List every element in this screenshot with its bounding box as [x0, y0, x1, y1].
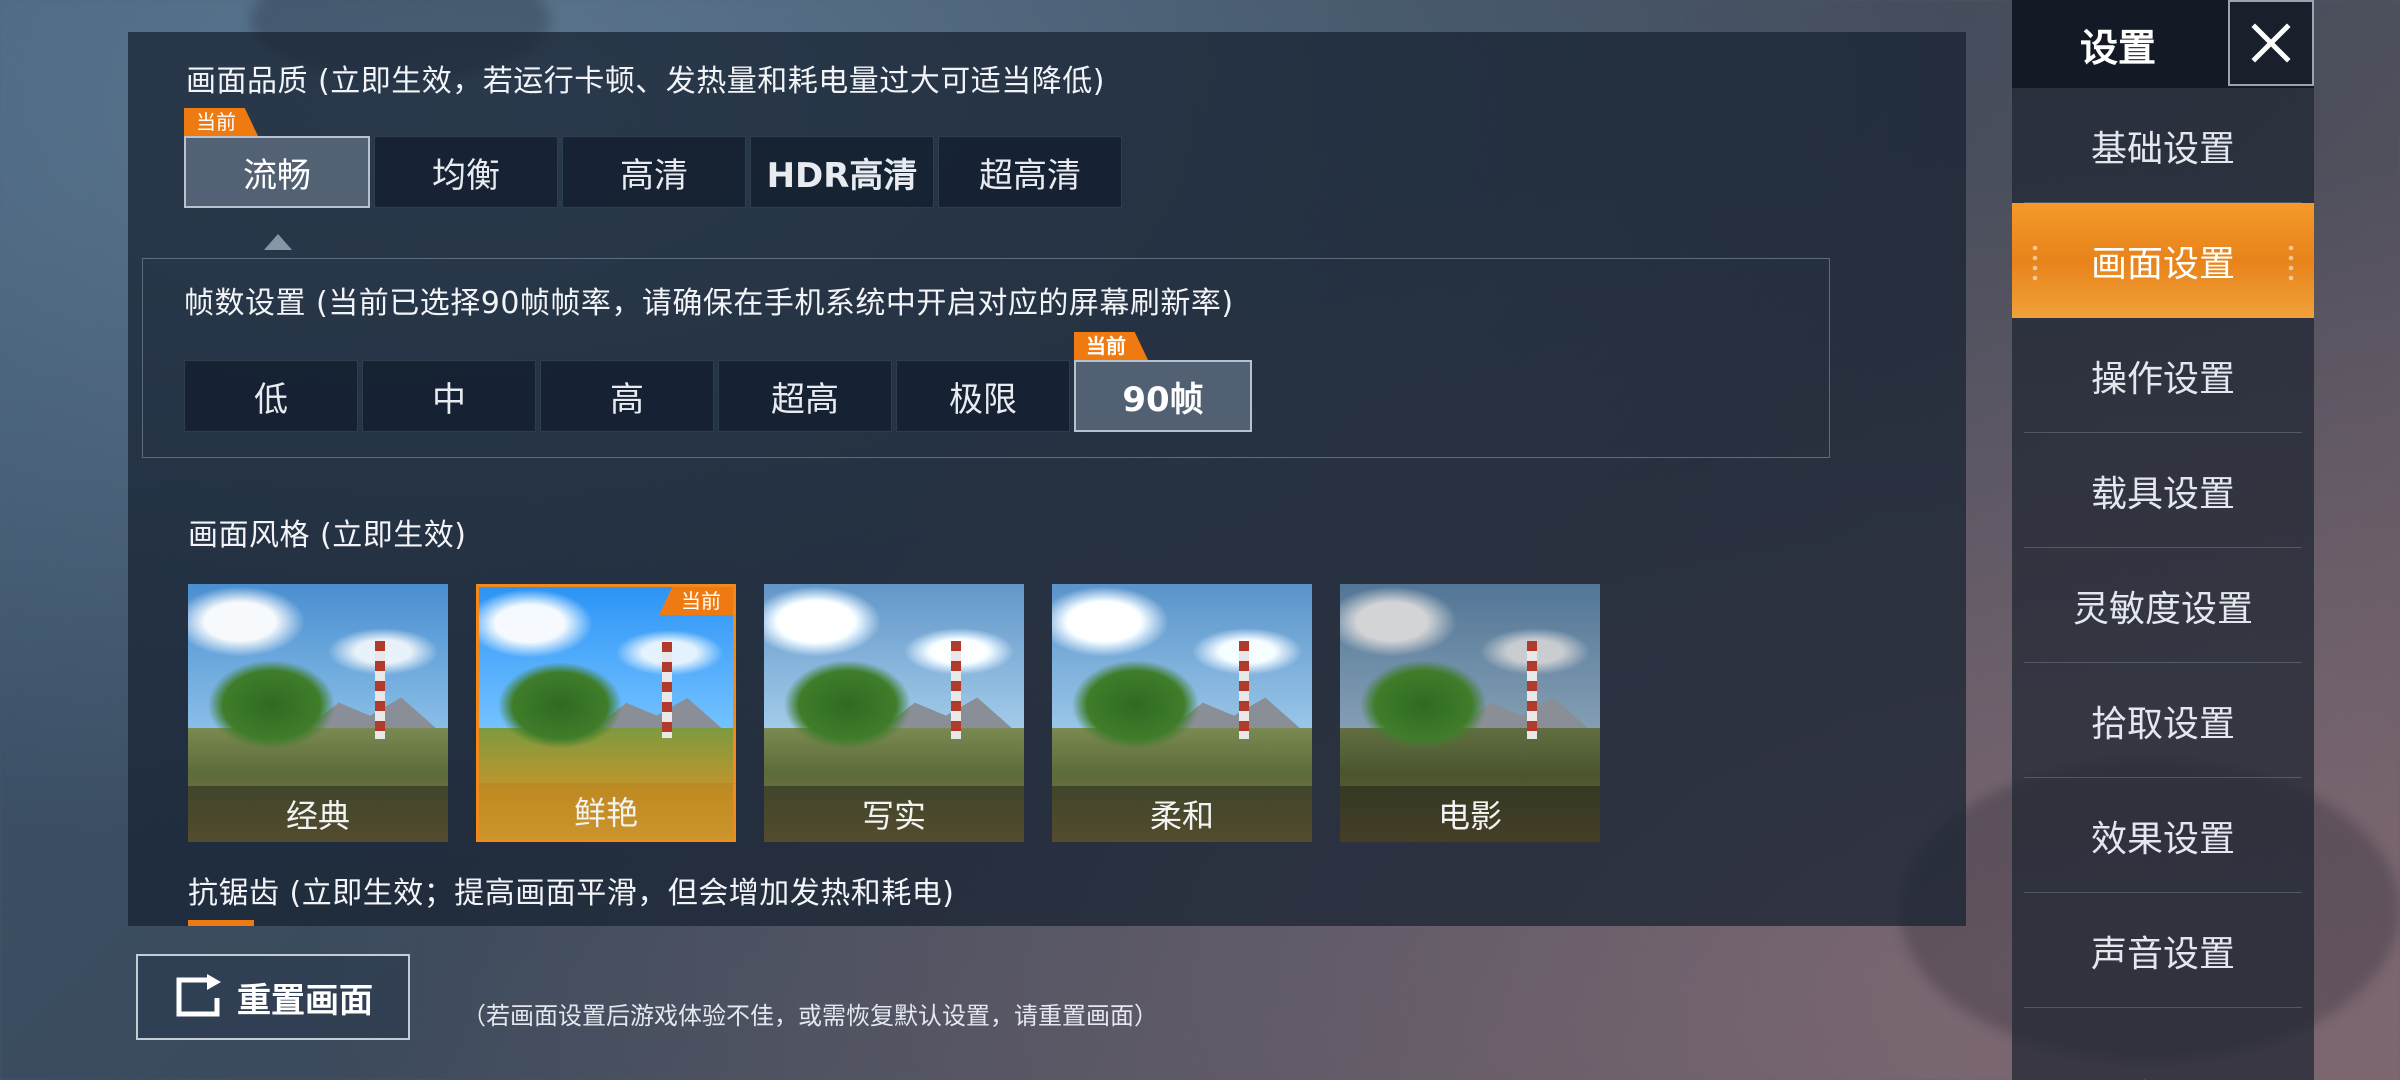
sidebar-item-audio[interactable]: 声音设置	[2012, 893, 2314, 1008]
quality-title: 画面品质 (立即生效，若运行卡顿、发热量和耗电量过大可适当降低)	[186, 64, 1105, 99]
current-tag: 当前	[184, 108, 258, 136]
reset-note: （若画面设置后游戏体验不佳，或需恢复默认设置，请重置画面）	[462, 1002, 1158, 1030]
quality-option-label: 流畅	[243, 155, 311, 196]
style-option-realistic[interactable]: 写实	[764, 584, 1024, 842]
sidebar-item-label: 基础设置	[2090, 128, 2235, 170]
close-button[interactable]	[2228, 0, 2314, 86]
fps-title: 帧数设置 (当前已选择90帧帧率，请确保在手机系统中开启对应的屏幕刷新率)	[184, 286, 1234, 321]
sidebar-item-label: 载具设置	[2090, 473, 2235, 515]
style-options: 经典 当前 鲜艳 写实 柔和 电影	[188, 584, 1628, 842]
style-option-vivid[interactable]: 当前 鲜艳	[476, 584, 736, 842]
grip-icon	[2286, 243, 2296, 283]
fps-option-extreme[interactable]: 极限	[896, 360, 1070, 432]
quality-option-label: 均衡	[432, 155, 500, 196]
close-icon	[2251, 23, 2291, 63]
style-option-cinematic[interactable]: 电影	[1340, 584, 1600, 842]
style-option-label: 写实	[764, 786, 1024, 842]
fps-option-label: 中	[432, 379, 466, 420]
fps-option-label: 90帧	[1122, 379, 1204, 420]
sidebar-title: 设置	[2079, 25, 2156, 70]
sidebar-item-graphics[interactable]: 画面设置	[2012, 203, 2314, 318]
quality-option-label: 超高清	[979, 155, 1081, 196]
style-option-label: 电影	[1340, 786, 1600, 842]
grip-icon	[2030, 243, 2040, 283]
quality-options: 当前 流畅 均衡 高清 HDR高清 超高清	[184, 108, 1126, 208]
quality-option-hd[interactable]: 高清	[562, 136, 746, 208]
sidebar-item-label: 灵敏度设置	[2072, 588, 2253, 630]
settings-menu: 基础设置 画面设置 操作设置 载具设置 灵敏度设置 拾取设置 效果设置 声音设置…	[2012, 88, 2314, 1080]
fps-option-label: 超高	[771, 379, 839, 420]
style-option-soft[interactable]: 柔和	[1052, 584, 1312, 842]
style-option-classic[interactable]: 经典	[188, 584, 448, 842]
sidebar-item-effects[interactable]: 效果设置	[2012, 778, 2314, 893]
reset-graphics-button[interactable]: 重置画面	[136, 954, 410, 1040]
sidebar-item-label: 声音设置	[2090, 933, 2235, 975]
sidebar-item-basic[interactable]: 基础设置	[2012, 88, 2314, 203]
fps-option-90[interactable]: 当前 90帧	[1074, 332, 1252, 432]
quality-option-balanced[interactable]: 均衡	[374, 136, 558, 208]
reset-button-label: 重置画面	[237, 980, 373, 1021]
fps-option-super-high[interactable]: 超高	[718, 360, 892, 432]
quality-option-smooth[interactable]: 当前 流畅	[184, 108, 370, 208]
sidebar-item-label: 录像设置	[2091, 1069, 2235, 1080]
fps-option-high[interactable]: 高	[540, 360, 714, 432]
sidebar-item-vehicle[interactable]: 载具设置	[2012, 433, 2314, 548]
reset-icon	[176, 974, 221, 1017]
sidebar-item-sensitivity[interactable]: 灵敏度设置	[2012, 548, 2314, 663]
quality-option-label: 高清	[620, 155, 688, 196]
fps-option-label: 低	[254, 379, 288, 420]
fps-option-label: 高	[610, 379, 644, 420]
sidebar-item-label: 画面设置	[2090, 243, 2235, 285]
antialias-title: 抗锯齿 (立即生效；提高画面平滑，但会增加发热和耗电)	[188, 876, 955, 911]
quality-option-label: HDR高清	[766, 155, 918, 196]
style-title: 画面风格 (立即生效)	[188, 518, 467, 553]
fps-option-low[interactable]: 低	[184, 360, 358, 432]
quality-option-hdr[interactable]: HDR高清	[750, 136, 934, 208]
sidebar-item-label: 效果设置	[2090, 818, 2235, 860]
style-option-label: 经典	[188, 786, 448, 842]
fps-options: 低 中 高 超高 极限 当前 90帧	[184, 332, 1256, 432]
style-option-label: 鲜艳	[479, 783, 733, 839]
graphics-settings-panel: 画面品质 (立即生效，若运行卡顿、发热量和耗电量过大可适当降低) 当前 流畅 均…	[128, 32, 1966, 926]
current-tag	[188, 920, 254, 926]
selection-pointer	[264, 234, 292, 250]
fps-option-medium[interactable]: 中	[362, 360, 536, 432]
sidebar-item-controls[interactable]: 操作设置	[2012, 318, 2314, 433]
style-option-label: 柔和	[1052, 786, 1312, 842]
sidebar-item-recording[interactable]: 录像设置	[2012, 1008, 2314, 1080]
sidebar-item-pickup[interactable]: 拾取设置	[2012, 663, 2314, 778]
sidebar-item-label: 操作设置	[2090, 358, 2235, 400]
quality-option-ultra-hd[interactable]: 超高清	[938, 136, 1122, 208]
sidebar-item-label: 拾取设置	[2090, 703, 2235, 745]
fps-option-label: 极限	[949, 379, 1017, 420]
